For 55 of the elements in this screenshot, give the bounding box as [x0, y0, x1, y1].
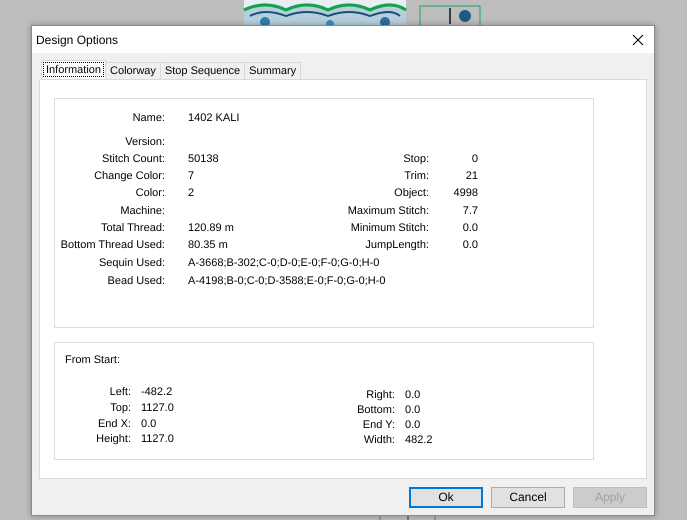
close-icon[interactable]: [632, 34, 644, 46]
field-value: 0.0: [462, 238, 479, 253]
tab[interactable]: Colorway: [105, 62, 161, 79]
field-value: 7: [187, 169, 196, 184]
field-label: Name:: [132, 111, 166, 126]
field-label: JumpLength:: [364, 238, 430, 253]
field-value: 0.0: [141, 418, 158, 430]
field-label: End Y:: [362, 419, 396, 431]
field-label: Height:: [95, 433, 132, 446]
field-value: 80.35 m: [187, 238, 229, 253]
field-value: 7.7: [462, 204, 479, 219]
field-label: Bottom:: [356, 404, 396, 416]
field-label: End X:: [96, 418, 132, 430]
field-label: Right:: [365, 389, 396, 401]
field-label: Total Thread:: [100, 221, 166, 236]
field-label: Machine:: [119, 204, 166, 219]
field-label: Trim:: [403, 169, 430, 184]
field-value: 21: [464, 169, 479, 184]
field-label: Stitch Count:: [101, 152, 166, 167]
field-value: A-3668;B-302;C-0;D-0;E-0;F-0;G-0;H-0: [187, 256, 380, 271]
field-label: Minimum Stitch:: [350, 221, 430, 236]
field-value: -482.2: [141, 386, 174, 399]
dialog-button[interactable]: Cancel: [491, 486, 565, 508]
field-label: Sequin Used:: [98, 256, 166, 271]
field-value: 0.0: [462, 221, 479, 236]
window-title: Design Options: [36, 32, 118, 46]
field-label: Object:: [393, 186, 430, 201]
field-value: 1127.0: [141, 402, 175, 414]
field-label: Maximum Stitch:: [346, 204, 430, 219]
field-value: 1127.0: [141, 433, 175, 446]
group-title: From Start:: [65, 354, 122, 366]
field-value: A-4198;B-0;C-0;D-3588;E-0;F-0;G-0;H-0: [187, 274, 386, 289]
field-value: 2: [187, 186, 196, 201]
field-label: Version:: [124, 135, 166, 150]
field-label: Change Color:: [93, 169, 166, 184]
field-value: 482.2: [405, 434, 434, 446]
field-label: Bead Used:: [106, 274, 166, 289]
field-label: Bottom Thread Used:: [60, 238, 166, 253]
field-value: 120.89 m: [187, 221, 235, 236]
field-label: Stop:: [402, 152, 430, 167]
field-label: Color:: [134, 186, 166, 201]
field-value: 0.0: [405, 404, 422, 416]
field-value: 0.0: [405, 389, 422, 401]
tab[interactable]: Information: [41, 60, 106, 79]
field-value: 50138: [187, 152, 220, 167]
field-label: Width:: [362, 434, 396, 446]
tab[interactable]: Summary: [244, 62, 302, 79]
field-value: 1402 KALI: [187, 111, 240, 126]
field-label: Top:: [109, 402, 132, 414]
field-label: Left:: [108, 386, 132, 399]
dialog-button[interactable]: Ok: [409, 486, 483, 508]
tab[interactable]: Stop Sequence: [160, 62, 246, 79]
field-value: 4998: [452, 186, 479, 201]
field-value: 0: [470, 152, 479, 167]
field-value: 0.0: [405, 419, 422, 431]
